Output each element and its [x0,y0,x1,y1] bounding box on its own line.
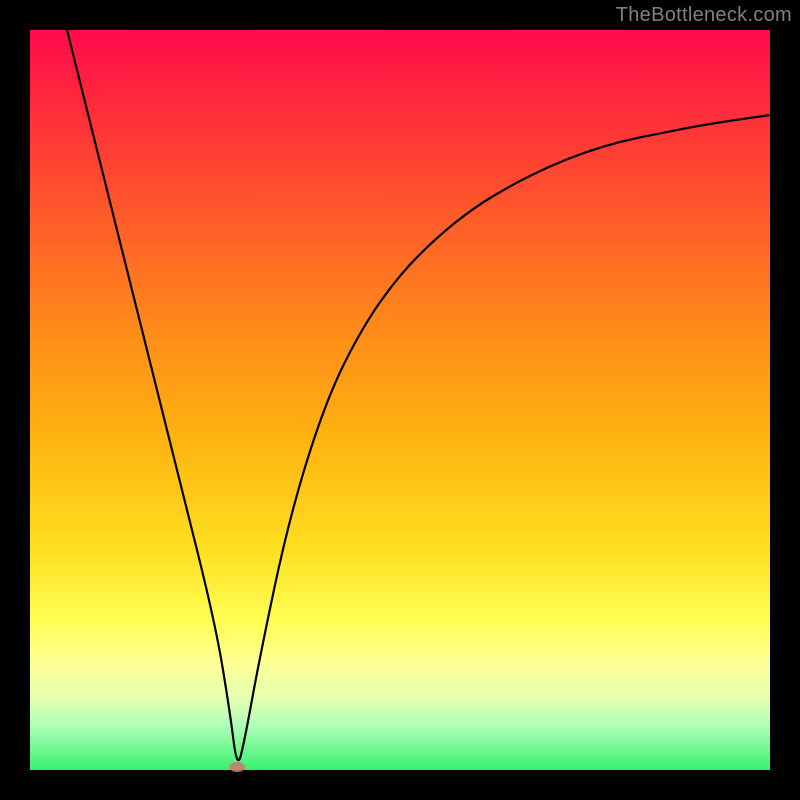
bottleneck-curve [30,30,770,770]
watermark-text: TheBottleneck.com [616,4,792,27]
minimum-marker [229,762,245,772]
curve-line [67,30,770,760]
plot-area [30,30,770,770]
chart-frame: TheBottleneck.com [0,0,800,800]
